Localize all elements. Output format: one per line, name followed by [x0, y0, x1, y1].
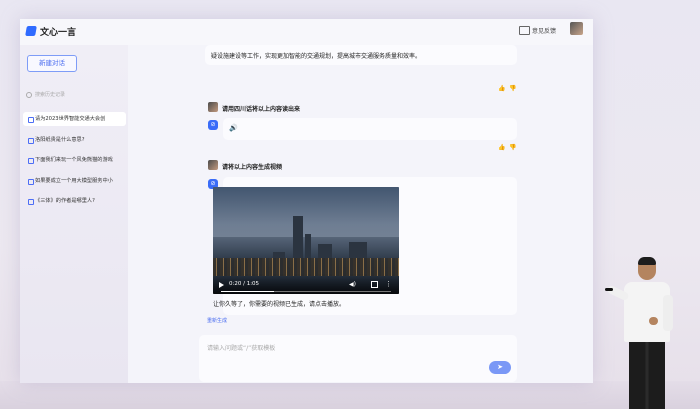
video-progress-bar[interactable] — [221, 291, 391, 292]
send-button[interactable]: ➤ — [489, 361, 511, 374]
speaker-icon[interactable]: 🔊 — [229, 124, 238, 132]
chat-icon — [28, 158, 34, 164]
brand-name: 文心一言 — [40, 28, 77, 38]
history-item[interactable]: 《三体》的作者是哪里人? — [23, 194, 126, 208]
presenter-hand — [649, 317, 658, 325]
thumbs-up-icon[interactable]: 👍 — [498, 85, 505, 92]
video-controls: 0:20 / 1:05 ◀) ⋮ — [213, 276, 399, 294]
history-list: 请为2023世界智能交通大会创 洛阳纸贵是什么意思? 下面我们来玩一个风免熊猫的… — [23, 112, 126, 215]
video-player[interactable]: 0:20 / 1:05 ◀) ⋮ — [213, 187, 399, 294]
user-avatar — [208, 102, 218, 112]
feedback-link[interactable]: 意见反馈 — [532, 26, 556, 35]
send-icon: ➤ — [497, 363, 503, 371]
chat-icon — [28, 199, 34, 205]
history-item[interactable]: 下面我们来玩一个风免熊猫的游戏 — [23, 153, 126, 167]
bot-avatar: ⊘ — [208, 120, 218, 130]
chat-input[interactable]: 请输入问题或“/”获取模板 ➤ — [199, 335, 517, 382]
user-avatar — [208, 160, 218, 170]
history-item[interactable]: 洛阳纸贵是什么意思? — [23, 133, 126, 147]
stage-floor — [0, 381, 700, 409]
volume-icon[interactable]: ◀) — [349, 281, 356, 288]
user-avatar[interactable] — [570, 22, 583, 35]
video-answer-text: 让你久等了，你需要的视频已生成，请点击播放。 — [213, 301, 346, 308]
regenerate-link[interactable]: 重新生成 — [207, 317, 227, 324]
presenter-arm — [663, 295, 673, 331]
fullscreen-icon[interactable] — [371, 281, 378, 288]
history-search[interactable]: 搜索历史记录 — [26, 91, 65, 98]
top-bar: 文心一言 意见反馈 — [20, 19, 593, 45]
chat-area: 疑设施建设等工作，实现更加智能的交通规划，提高城市交通服务质量和效率。 👍 👎 … — [128, 45, 593, 383]
chat-icon — [28, 137, 34, 144]
user-question: 请将以上内容生成视频 — [222, 164, 283, 171]
search-icon — [26, 91, 32, 98]
sidebar: 新建对话 搜索历史记录 请为2023世界智能交通大会创 洛阳纸贵是什么意思? 下… — [20, 45, 128, 383]
input-placeholder: 请输入问题或“/”获取模板 — [207, 345, 276, 352]
thumbs-down-icon[interactable]: 👎 — [509, 144, 516, 151]
answer-text: 疑设施建设等工作，实现更加智能的交通规划，提高城市交通服务质量和效率。 — [211, 53, 422, 60]
video-progress-fill — [221, 291, 274, 292]
history-item-label: 如果要成立一个用大模型服务中小 — [35, 177, 113, 184]
history-item-label: 《三体》的作者是哪里人? — [35, 198, 95, 204]
user-question: 请用四川话将以上内容读出来 — [222, 106, 301, 113]
presenter-legs — [629, 341, 665, 409]
video-city-lights — [213, 258, 399, 276]
video-time: 0:20 / 1:05 — [229, 281, 260, 287]
presenter — [605, 255, 685, 409]
history-item-label: 请为2023世界智能交通大会创 — [35, 116, 106, 122]
thumbs-down-icon[interactable]: 👎 — [509, 85, 516, 92]
history-item-label: 洛阳纸贵是什么意思? — [35, 136, 85, 143]
logo-icon — [25, 26, 37, 36]
mail-icon[interactable] — [519, 26, 530, 35]
audio-answer-card: 🔊 — [223, 118, 517, 140]
history-item[interactable]: 请为2023世界智能交通大会创 — [23, 112, 126, 126]
thumbs-up-icon[interactable]: 👍 — [498, 144, 505, 151]
search-placeholder: 搜索历史记录 — [35, 92, 66, 98]
chat-icon — [28, 117, 34, 123]
new-chat-button[interactable]: 新建对话 — [27, 55, 77, 72]
play-icon[interactable] — [219, 282, 224, 288]
presenter-hair — [638, 257, 656, 265]
answer-card: 疑设施建设等工作，实现更加智能的交通规划，提高城市交通服务质量和效率。 — [205, 45, 517, 65]
history-item-label: 下面我们来玩一个风免熊猫的游戏 — [35, 157, 113, 163]
chat-icon — [28, 178, 34, 185]
video-sky — [213, 187, 399, 237]
app-window: 文心一言 意见反馈 新建对话 搜索历史记录 请为2023世界智能交通大会创 洛阳… — [20, 19, 593, 383]
clicker — [605, 288, 613, 291]
history-item[interactable]: 如果要成立一个用大模型服务中小 — [23, 174, 126, 188]
more-options-icon[interactable]: ⋮ — [385, 280, 392, 288]
